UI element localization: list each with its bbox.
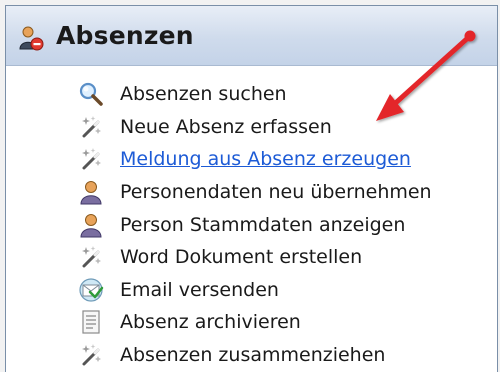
task-item-email-versenden[interactable]: Email versenden	[78, 274, 432, 307]
task-item-personendaten-neu-uebernehmen[interactable]: Personendaten neu übernehmen	[78, 176, 432, 209]
panel-title: Absenzen	[56, 21, 194, 50]
annotation-arrow	[376, 30, 476, 121]
magic-wand-icon	[82, 115, 101, 138]
magic-wand-icon	[82, 148, 101, 170]
task-label[interactable]: Word Dokument erstellen	[120, 246, 362, 268]
search-icon	[79, 83, 103, 107]
email-icon	[79, 278, 104, 302]
task-item-person-stammdaten-anzeigen[interactable]: Person Stammdaten anzeigen	[78, 208, 432, 241]
person-absence-icon	[19, 26, 44, 51]
person-icon	[80, 213, 102, 238]
task-link[interactable]: Meldung aus Absenz erzeugen	[120, 148, 411, 170]
task-label[interactable]: Neue Absenz erfassen	[120, 116, 332, 138]
magic-wand-icon	[82, 246, 101, 268]
task-item-absenzen-zusammenziehen[interactable]: Absenzen zusammenziehen	[78, 339, 432, 372]
task-label[interactable]: Absenzen suchen	[120, 83, 287, 105]
task-item-absenz-archivieren[interactable]: Absenz archivieren	[78, 306, 432, 339]
person-icon	[80, 181, 102, 205]
task-item-meldung-aus-absenz-erzeugen[interactable]: Meldung aus Absenz erzeugen	[78, 143, 432, 176]
task-label[interactable]: Absenz archivieren	[120, 311, 301, 333]
task-label[interactable]: Personendaten neu übernehmen	[120, 181, 432, 203]
task-label[interactable]: Person Stammdaten anzeigen	[120, 214, 405, 236]
task-label[interactable]: Email versenden	[120, 279, 279, 301]
magic-wand-icon	[82, 344, 101, 366]
task-item-word-dokument-erstellen[interactable]: Word Dokument erstellen	[78, 241, 432, 274]
document-icon	[82, 310, 100, 335]
task-label[interactable]: Absenzen zusammenziehen	[120, 344, 385, 366]
